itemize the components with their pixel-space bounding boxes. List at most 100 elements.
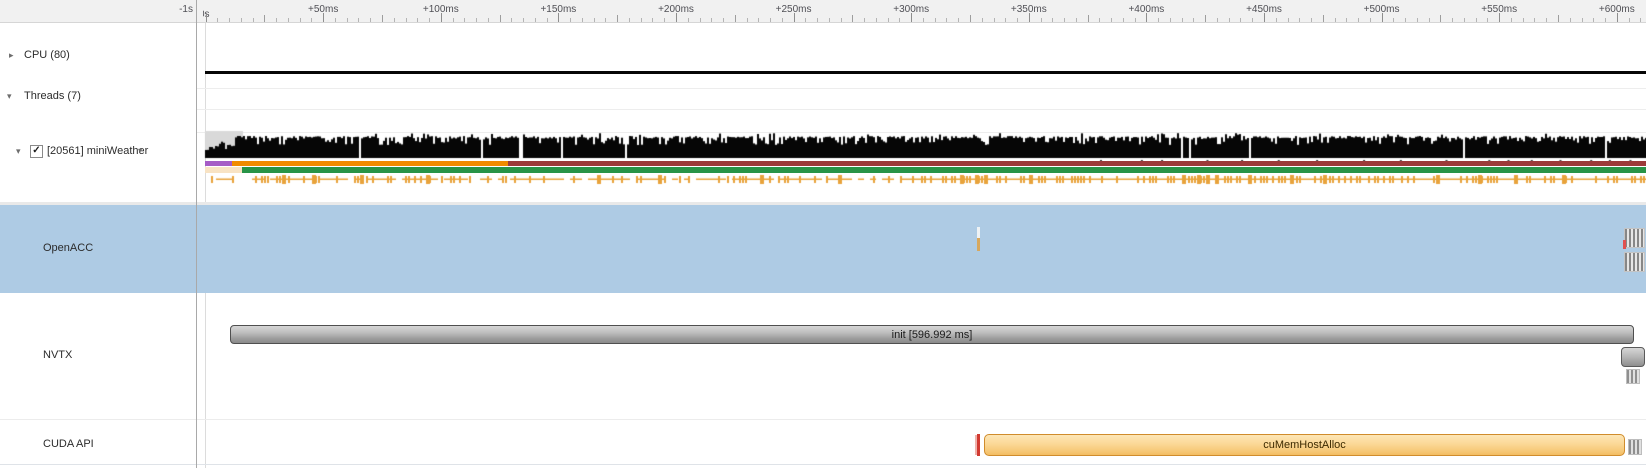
ruler-minor-tick [1593,18,1594,22]
ruler-minor-tick [864,18,865,22]
ruler-minor-tick [1323,15,1324,22]
sidebar-item-thread-miniweather[interactable]: [20561] miniWeather [47,145,148,157]
ruler-minor-tick [217,18,218,22]
ruler-minor-tick [664,18,665,22]
ruler-minor-tick [1182,18,1183,22]
ruler-minor-tick [1017,18,1018,22]
ruler-minor-tick [1582,18,1583,22]
ruler-minor-tick [1464,18,1465,22]
ruler-minor-tick [899,18,900,22]
ruler-minor-tick [1135,18,1136,22]
ruler-minor-tick [958,18,959,22]
ruler-minor-tick [782,18,783,22]
ruler-minor-tick [229,18,230,22]
nvtx-range-init-bar[interactable]: init [596.992 ms] [230,325,1634,344]
ruler-minor-tick [488,18,489,22]
ruler-minor-tick [276,18,277,22]
ruler-minor-tick [1370,18,1371,22]
ruler-minor-tick [429,18,430,22]
ruler-minor-tick [1511,18,1512,22]
sidebar-item-threads[interactable]: Threads (7) [24,90,81,102]
ruler-minor-tick [1170,18,1171,22]
ruler-minor-tick [382,15,383,22]
ruler-tick-label: +350ms [989,4,1069,15]
ruler-minor-tick [1288,18,1289,22]
ruler-minor-tick [1205,15,1206,22]
expand-arrow-icon[interactable]: ▾ [7,91,12,102]
thread-state-green-bar[interactable] [242,167,1646,173]
ruler-minor-tick [370,18,371,22]
ruler-minor-tick [946,18,947,22]
cuda-api-cumemhostalloc-bar[interactable]: cuMemHostAlloc [984,434,1625,456]
openacc-selected-row-highlight[interactable] [0,205,1646,293]
ruler-minor-tick [970,15,971,22]
timeline-ruler[interactable]: -1s 0s +50ms+100ms+150ms+200ms+250ms+300… [0,0,1646,23]
ruler-minor-tick [1440,15,1441,22]
ruler-minor-tick [1123,18,1124,22]
ruler-minor-tick [1240,18,1241,22]
cuda-api-short-event-bar[interactable] [977,434,980,456]
sidebar-item-cpu[interactable]: CPU (80) [24,49,70,61]
ruler-minor-tick [1276,18,1277,22]
ruler-tick-label: +600ms [1577,4,1646,15]
ruler-tick-label: +150ms [518,4,598,15]
nvtx-edge-event-bar[interactable] [1621,347,1645,367]
openacc-event-red-sliver [1623,240,1626,249]
thread-state-darkred-bar[interactable] [508,161,1646,166]
ruler-minor-tick [358,18,359,22]
ruler-minor-tick [1158,18,1159,22]
openacc-dense-events-chip[interactable] [1624,252,1645,272]
ruler-tick-label: +250ms [754,4,834,15]
ruler-tick-label: +50ms [283,4,363,15]
thread-activity-canvas [196,128,1646,188]
collapse-arrow-icon[interactable]: ▸ [9,50,14,61]
ruler-tick-label: +400ms [1106,4,1186,15]
ruler-minor-tick [1335,18,1336,22]
ruler-minor-tick [1005,18,1006,22]
sidebar-splitter[interactable] [196,0,197,468]
ruler-minor-tick [535,18,536,22]
openacc-dense-events-chip[interactable] [1624,228,1645,248]
row-separator [196,88,1646,89]
ruler-minor-tick [594,18,595,22]
ruler-minor-tick [982,18,983,22]
ruler-minor-tick [1640,18,1641,22]
thread-state-beige-bar[interactable] [205,167,242,173]
cuda-dense-events-chip[interactable] [1628,439,1642,455]
thread-state-purple-bar[interactable] [205,161,232,166]
sidebar-item-nvtx[interactable]: NVTX [43,349,72,361]
ruler-minor-tick [617,15,618,22]
ruler-minor-tick [723,18,724,22]
ruler-minor-tick [253,18,254,22]
openacc-event-marker[interactable] [977,227,980,238]
sidebar-item-cuda-api[interactable]: CUDA API [43,438,94,450]
ruler-minor-tick [511,18,512,22]
nvtx-dense-events-chip[interactable] [1626,369,1640,384]
openacc-event-marker[interactable] [977,238,980,251]
thread-checkbox[interactable]: ✓ [30,145,43,158]
ruler-minor-tick [805,18,806,22]
ruler-minor-tick [547,18,548,22]
ruler-minor-tick [817,18,818,22]
ruler-minor-tick [1217,18,1218,22]
ruler-minor-tick [1076,18,1077,22]
thread-dropdown-icon[interactable]: ▾ [138,146,142,155]
thread-state-orange-bar[interactable] [232,161,508,166]
thread-expand-arrow-icon[interactable]: ▾ [16,146,21,157]
ruler-minor-tick [453,18,454,22]
ruler-minor-tick [1064,18,1065,22]
ruler-minor-tick [1052,18,1053,22]
ruler-minor-tick [841,18,842,22]
ruler-minor-tick [335,18,336,22]
ruler-minor-tick [1429,18,1430,22]
ruler-minor-tick [735,15,736,22]
sidebar-item-openacc[interactable]: OpenACC [43,242,93,254]
ruler-minor-tick [758,18,759,22]
ruler-minor-tick [935,18,936,22]
ruler-minor-tick [994,18,995,22]
row-separator [0,419,1646,420]
ruler-origin-label: 0s [203,4,213,18]
ruler-minor-tick [876,18,877,22]
ruler-minor-tick [264,15,265,22]
ruler-minor-tick [888,18,889,22]
